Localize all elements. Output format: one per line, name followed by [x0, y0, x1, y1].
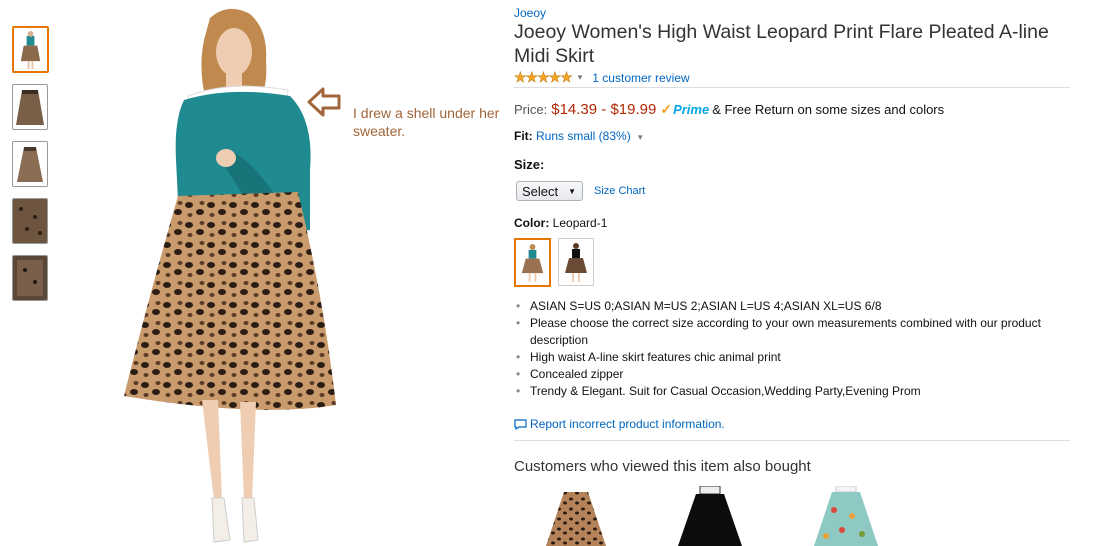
price-row: Price: $14.39 - $19.99 ✓ Prime & Free Re…	[514, 101, 944, 118]
prime-check-icon: ✓	[660, 101, 673, 117]
size-label: Size:	[514, 157, 545, 172]
thumb-skirt-2[interactable]	[12, 141, 48, 187]
customer-review-link[interactable]: 1 customer review	[592, 71, 689, 85]
fit-value-link[interactable]: Runs small (83%)	[536, 129, 631, 143]
product-title: Joeoy Women's High Waist Leopard Print F…	[514, 21, 1049, 67]
color-swatch-leopard-2[interactable]	[558, 238, 594, 286]
color-row: Color: Leopard-1	[514, 216, 607, 230]
report-info-text: Report incorrect product information.	[530, 417, 725, 431]
thumb-skirt-1[interactable]	[12, 84, 48, 130]
thumb-skirt-4[interactable]	[12, 255, 48, 301]
prime-text: Prime	[673, 102, 710, 117]
size-select-value: Select	[522, 183, 559, 199]
size-select[interactable]: Select ▼	[516, 181, 583, 201]
report-info-link[interactable]: Report incorrect product information.	[514, 417, 725, 431]
feature-bullets: ASIAN S=US 0;ASIAN M=US 2;ASIAN L=US 4;A…	[514, 298, 1070, 400]
thumb-model-front[interactable]	[12, 26, 49, 73]
dropdown-arrow-icon: ▼	[568, 186, 576, 196]
list-item: Trendy & Elegant. Suit for Casual Occasi…	[516, 383, 1070, 400]
chevron-down-icon[interactable]: ▾	[638, 132, 643, 142]
color-swatch-leopard-1[interactable]	[514, 238, 551, 287]
color-value: Leopard-1	[552, 216, 608, 230]
also-bought-item-black-skirt[interactable]	[678, 486, 742, 546]
prime-badge: ✓ Prime	[660, 101, 709, 118]
also-bought-heading: Customers who viewed this item also boug…	[514, 458, 811, 475]
list-item: Concealed zipper	[516, 366, 1070, 383]
fit-row: Fit: Runs small (83%) ▾	[514, 129, 653, 143]
thumbnail-list	[12, 26, 49, 312]
list-item: ASIAN S=US 0;ASIAN M=US 2;ASIAN L=US 4;A…	[516, 298, 1070, 315]
also-bought-item-leopard-skirt[interactable]	[544, 486, 608, 546]
list-item: High waist A-line skirt features chic an…	[516, 349, 1070, 366]
annotation-text: I drew a shell under her sweater.	[353, 105, 500, 139]
rating-row: ★★★★★ ▾ 1 customer review	[514, 69, 690, 86]
chevron-down-icon[interactable]: ▾	[578, 72, 583, 83]
shipping-text: & Free Return on some sizes and colors	[712, 102, 945, 117]
list-item: Please choose the correct size according…	[516, 315, 1070, 349]
brand-link[interactable]: Joeoy	[514, 6, 546, 20]
divider	[514, 87, 1070, 88]
left-arrow-icon	[307, 87, 341, 117]
color-label: Color:	[514, 216, 550, 230]
thumb-skirt-3[interactable]	[12, 198, 48, 244]
divider	[514, 440, 1070, 441]
fit-label: Fit:	[514, 129, 533, 143]
size-chart-link[interactable]: Size Chart	[594, 185, 645, 197]
product-main-image	[124, 8, 336, 543]
price-label: Price:	[514, 102, 548, 117]
comment-icon	[514, 418, 527, 430]
star-rating[interactable]: ★★★★★	[514, 69, 573, 86]
also-bought-item-floral-skirt[interactable]	[814, 486, 878, 546]
price-value: $14.39 - $19.99	[551, 101, 657, 118]
